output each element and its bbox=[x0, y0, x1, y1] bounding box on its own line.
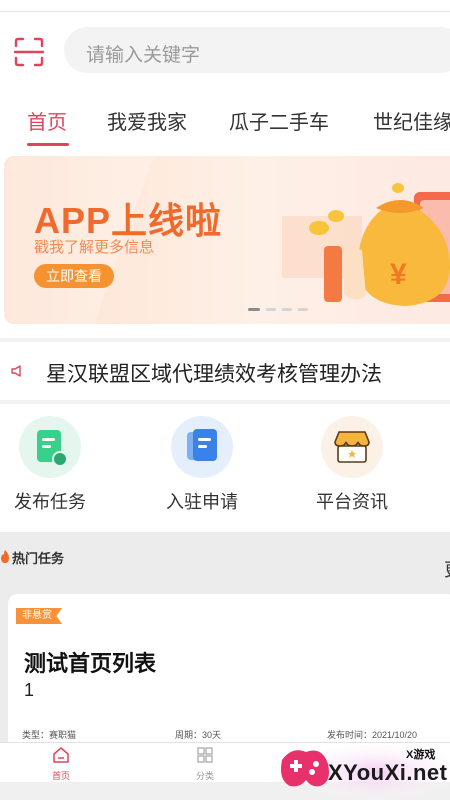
task-number: 1 bbox=[24, 680, 35, 700]
publish-task-button[interactable]: 发布任务 bbox=[0, 416, 100, 514]
nav-home[interactable]: 首页 bbox=[31, 747, 91, 782]
banner-view-button[interactable]: 立即查看 bbox=[34, 264, 114, 288]
more-link[interactable]: 更 bbox=[444, 556, 450, 582]
publish-task-icon bbox=[19, 416, 81, 478]
pagination-dot[interactable] bbox=[282, 308, 292, 311]
header: 请输入关键字 bbox=[0, 12, 450, 92]
hot-tasks-title: 热门任务 bbox=[12, 551, 65, 566]
pagination-dot[interactable] bbox=[298, 308, 308, 311]
banner-subtitle: 戳我了解更多信息 bbox=[34, 239, 155, 256]
apply-join-icon bbox=[171, 416, 233, 478]
apply-join-label: 入驻申请 bbox=[166, 492, 238, 512]
category-tabs: 首页 我爱我家 瓜子二手车 世纪佳缘 bbox=[0, 92, 450, 148]
nav-category[interactable]: 分类 bbox=[175, 747, 235, 782]
task-type: 类型：赛职猫 bbox=[22, 730, 77, 740]
search-input[interactable]: 请输入关键字 bbox=[64, 27, 450, 73]
notice-text: 星汉联盟区域代理绩效考核管理办法 bbox=[46, 363, 382, 386]
tab-shijijiayuan[interactable]: 世纪佳缘 bbox=[373, 106, 450, 135]
task-period: 周期：30天 bbox=[175, 730, 222, 740]
publish-task-label: 发布任务 bbox=[14, 492, 86, 512]
pagination-dot[interactable] bbox=[248, 308, 260, 311]
hot-tasks-heading: 热门任务 bbox=[0, 548, 64, 567]
pagination-dot[interactable] bbox=[266, 308, 276, 311]
category-icon bbox=[197, 747, 213, 767]
nav-category-label: 分类 bbox=[195, 771, 214, 781]
search-placeholder: 请输入关键字 bbox=[86, 45, 201, 66]
scan-icon[interactable] bbox=[13, 37, 45, 67]
banner-slide[interactable]: ¥ APP上线啦 戳我了解更多信息 立即查看 bbox=[4, 156, 450, 324]
tab-active-indicator bbox=[27, 143, 69, 146]
notice-bar[interactable]: 星汉联盟区域代理绩效考核管理办法 bbox=[0, 342, 450, 400]
tab-woaiwojia[interactable]: 我爱我家 bbox=[107, 106, 187, 135]
platform-news-icon bbox=[321, 416, 383, 478]
apply-join-button[interactable]: 入驻申请 bbox=[152, 416, 252, 514]
platform-news-label: 平台资讯 bbox=[316, 492, 388, 512]
watermark: X游戏 XYouXi.net bbox=[276, 742, 450, 800]
quick-actions: 发布任务 入驻申请 平台资讯 bbox=[0, 404, 450, 532]
task-title: 测试首页列表 bbox=[24, 651, 157, 676]
tab-guazi[interactable]: 瓜子二手车 bbox=[229, 106, 329, 135]
fire-icon bbox=[0, 549, 10, 566]
hot-tasks-section: 热门任务 更 非悬赏 测试首页列表 1 类型：赛职猫 周期：30天 发布时间：2… bbox=[0, 532, 450, 754]
home-icon bbox=[52, 747, 70, 767]
reward-tag: 非悬赏 bbox=[16, 608, 62, 624]
nav-home-label: 首页 bbox=[51, 771, 70, 781]
task-card[interactable]: 非悬赏 测试首页列表 1 类型：赛职猫 周期：30天 发布时间：2021/10/… bbox=[8, 594, 450, 754]
banner-area: ¥ APP上线啦 戳我了解更多信息 立即查看 bbox=[0, 148, 450, 338]
status-bar bbox=[0, 0, 450, 12]
platform-news-button[interactable]: 平台资讯 bbox=[302, 416, 402, 514]
task-date: 发布时间：2021/10/20 bbox=[327, 730, 418, 740]
watermark-big-text: XYouXi.net bbox=[328, 760, 448, 785]
tab-home[interactable]: 首页 bbox=[27, 106, 67, 135]
svg-text:¥: ¥ bbox=[390, 258, 407, 291]
megaphone-icon bbox=[10, 364, 24, 382]
